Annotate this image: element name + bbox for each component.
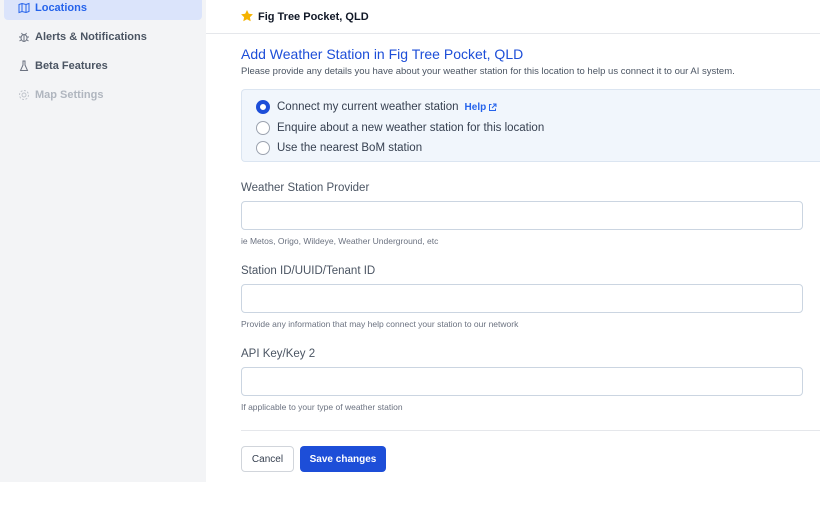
radio-button[interactable] bbox=[256, 141, 270, 155]
main-panel: Fig Tree Pocket, QLD Add Weather Station… bbox=[206, 0, 820, 482]
location-name: Fig Tree Pocket, QLD bbox=[258, 10, 369, 23]
external-link-icon bbox=[488, 103, 497, 112]
sidebar-item-map-settings[interactable]: Map Settings bbox=[4, 84, 202, 106]
radio-button[interactable] bbox=[256, 121, 270, 135]
option-enquire-new[interactable]: Enquire about a new weather station for … bbox=[256, 121, 544, 135]
settings-sidebar: Locations Alerts & Notifications Beta Fe… bbox=[0, 0, 206, 482]
option-connect-current[interactable]: Connect my current weather station Help bbox=[256, 100, 497, 114]
sidebar-item-label: Alerts & Notifications bbox=[35, 31, 147, 43]
sidebar-item-label: Beta Features bbox=[35, 60, 108, 72]
save-changes-button[interactable]: Save changes bbox=[300, 446, 386, 472]
form-subtitle: Please provide any details you have abou… bbox=[241, 66, 735, 77]
sidebar-item-alerts[interactable]: Alerts & Notifications bbox=[4, 26, 202, 48]
station-id-hint: Provide any information that may help co… bbox=[241, 319, 519, 329]
help-label: Help bbox=[464, 101, 487, 113]
api-key-hint: If applicable to your type of weather st… bbox=[241, 402, 403, 412]
option-nearest-bom[interactable]: Use the nearest BoM station bbox=[256, 141, 422, 155]
star-icon[interactable] bbox=[240, 9, 254, 23]
sidebar-item-locations[interactable]: Locations bbox=[4, 0, 202, 20]
provider-hint: ie Metos, Origo, Wildeye, Weather Underg… bbox=[241, 236, 439, 246]
sidebar-item-beta[interactable]: Beta Features bbox=[4, 55, 202, 77]
provider-label: Weather Station Provider bbox=[241, 182, 370, 194]
map-icon bbox=[18, 2, 30, 14]
form-title: Add Weather Station in Fig Tree Pocket, … bbox=[241, 46, 524, 62]
radio-button[interactable] bbox=[256, 100, 270, 114]
station-id-input[interactable] bbox=[241, 284, 803, 313]
help-link[interactable]: Help bbox=[465, 102, 498, 113]
station-id-label: Station ID/UUID/Tenant ID bbox=[241, 265, 376, 277]
gear-icon bbox=[18, 89, 30, 101]
sidebar-item-label: Locations bbox=[35, 2, 87, 14]
station-option-group: Connect my current weather station Help … bbox=[241, 89, 820, 162]
flask-icon bbox=[18, 60, 30, 72]
option-label: Enquire about a new weather station for … bbox=[277, 122, 545, 134]
form-divider bbox=[241, 430, 820, 431]
location-header: Fig Tree Pocket, QLD bbox=[206, 0, 820, 34]
option-label: Connect my current weather station bbox=[277, 101, 459, 113]
provider-input[interactable] bbox=[241, 201, 803, 230]
option-label: Use the nearest BoM station bbox=[277, 142, 423, 154]
api-key-label: API Key/Key 2 bbox=[241, 348, 316, 360]
cancel-button[interactable]: Cancel bbox=[241, 446, 294, 472]
bug-icon bbox=[18, 31, 30, 43]
api-key-input[interactable] bbox=[241, 367, 803, 396]
sidebar-item-label: Map Settings bbox=[35, 89, 104, 101]
